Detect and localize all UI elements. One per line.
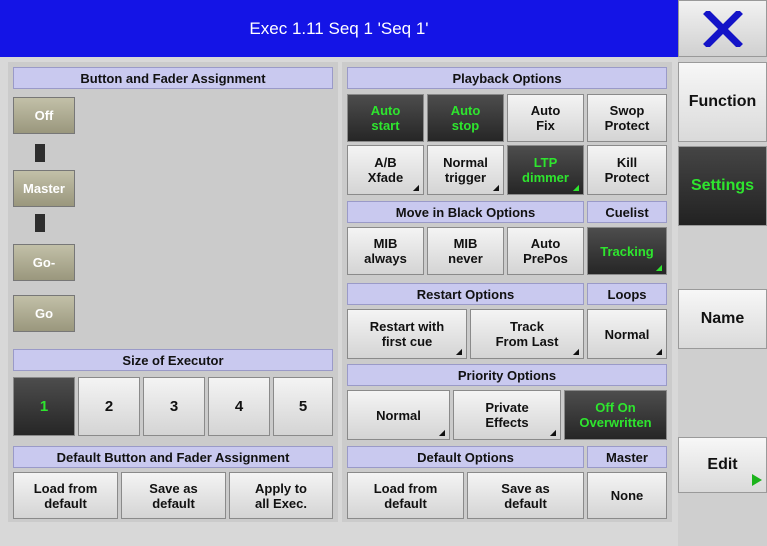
size-header: Size of Executor [13, 349, 333, 371]
dropdown-arrow-icon: ◢ [572, 183, 579, 192]
track-from-last-button[interactable]: Track From Last ◢ [470, 309, 584, 359]
normal-trigger-button[interactable]: Normal trigger ◢ [427, 145, 504, 195]
off-on-overwritten-button[interactable]: Off On Overwritten [564, 390, 667, 440]
private-effects-button[interactable]: Private Effects ◢ [453, 390, 561, 440]
ab-xfade-label: A/B Xfade [367, 155, 404, 185]
window-title: Exec 1.11 Seq 1 'Seq 1' [0, 0, 678, 57]
assign-go-minus-button[interactable]: Go- [13, 244, 75, 281]
master-none-button[interactable]: None [587, 472, 667, 519]
assignment-header: Button and Fader Assignment [13, 67, 333, 89]
dropdown-arrow-icon: ◢ [455, 347, 462, 356]
priority-normal-label: Normal [376, 407, 421, 423]
play-arrow-icon [752, 474, 762, 486]
auto-stop-button[interactable]: Auto stop [427, 94, 504, 142]
assign-off-button[interactable]: Off [13, 97, 75, 134]
tracking-button[interactable]: Tracking ◢ [587, 227, 667, 275]
loops-normal-button[interactable]: Normal ◢ [587, 309, 667, 359]
swop-protect-button[interactable]: Swop Protect [587, 94, 667, 142]
loops-header: Loops [587, 283, 667, 305]
auto-prepos-button[interactable]: Auto PrePos [507, 227, 584, 275]
master-header: Master [587, 446, 667, 468]
private-effects-label: Private Effects [485, 400, 529, 430]
priority-normal-button[interactable]: Normal ◢ [347, 390, 450, 440]
kill-protect-button[interactable]: Kill Protect [587, 145, 667, 195]
restart-first-cue-button[interactable]: Restart with first cue ◢ [347, 309, 467, 359]
restart-first-cue-label: Restart with first cue [369, 319, 445, 349]
playback-header: Playback Options [347, 67, 667, 89]
default-options-load-button[interactable]: Load from default [347, 472, 464, 519]
ab-xfade-button[interactable]: A/B Xfade ◢ [347, 145, 424, 195]
size-2-button[interactable]: 2 [78, 377, 140, 436]
size-5-button[interactable]: 5 [273, 377, 333, 436]
dropdown-arrow-icon: ◢ [492, 183, 499, 192]
default-options-header: Default Options [347, 446, 584, 468]
restart-header: Restart Options [347, 283, 584, 305]
priority-header: Priority Options [347, 364, 667, 386]
mib-header: Move in Black Options [347, 201, 584, 223]
close-x-icon [702, 10, 743, 47]
default-assign-header: Default Button and Fader Assignment [13, 446, 333, 468]
size-3-button[interactable]: 3 [143, 377, 205, 436]
auto-start-button[interactable]: Auto start [347, 94, 424, 142]
default-assign-apply-button[interactable]: Apply to all Exec. [229, 472, 333, 519]
default-assign-load-button[interactable]: Load from default [13, 472, 118, 519]
cuelist-header: Cuelist [587, 201, 667, 223]
default-assign-save-button[interactable]: Save as default [121, 472, 226, 519]
normal-trigger-label: Normal trigger [443, 155, 488, 185]
fader-slot-1 [35, 144, 45, 162]
ltp-dimmer-button[interactable]: LTP dimmer ◢ [507, 145, 584, 195]
assign-go-button[interactable]: Go [13, 295, 75, 332]
sidebar-function-button[interactable]: Function [678, 62, 767, 142]
sidebar-name-button[interactable]: Name [678, 289, 767, 349]
dropdown-arrow-icon: ◢ [438, 428, 445, 437]
mib-always-button[interactable]: MIB always [347, 227, 424, 275]
dropdown-arrow-icon: ◢ [412, 183, 419, 192]
dropdown-arrow-icon: ◢ [655, 347, 662, 356]
size-1-button[interactable]: 1 [13, 377, 75, 436]
fader-slot-2 [35, 214, 45, 232]
dropdown-arrow-icon: ◢ [572, 347, 579, 356]
sidebar-settings-button[interactable]: Settings [678, 146, 767, 226]
track-from-last-label: Track From Last [495, 319, 559, 349]
tracking-label: Tracking [600, 243, 654, 259]
sidebar-edit-button[interactable]: Edit [678, 437, 767, 493]
loops-normal-label: Normal [604, 326, 650, 342]
auto-fix-button[interactable]: Auto Fix [507, 94, 584, 142]
dropdown-arrow-icon: ◢ [655, 263, 662, 272]
assign-master-button[interactable]: Master [13, 170, 75, 207]
dropdown-arrow-icon: ◢ [549, 428, 556, 437]
size-4-button[interactable]: 4 [208, 377, 270, 436]
sidebar-edit-label: Edit [707, 456, 738, 473]
default-options-save-button[interactable]: Save as default [467, 472, 584, 519]
close-button[interactable] [678, 0, 767, 57]
ltp-dimmer-label: LTP dimmer [522, 155, 569, 185]
mib-never-button[interactable]: MIB never [427, 227, 504, 275]
